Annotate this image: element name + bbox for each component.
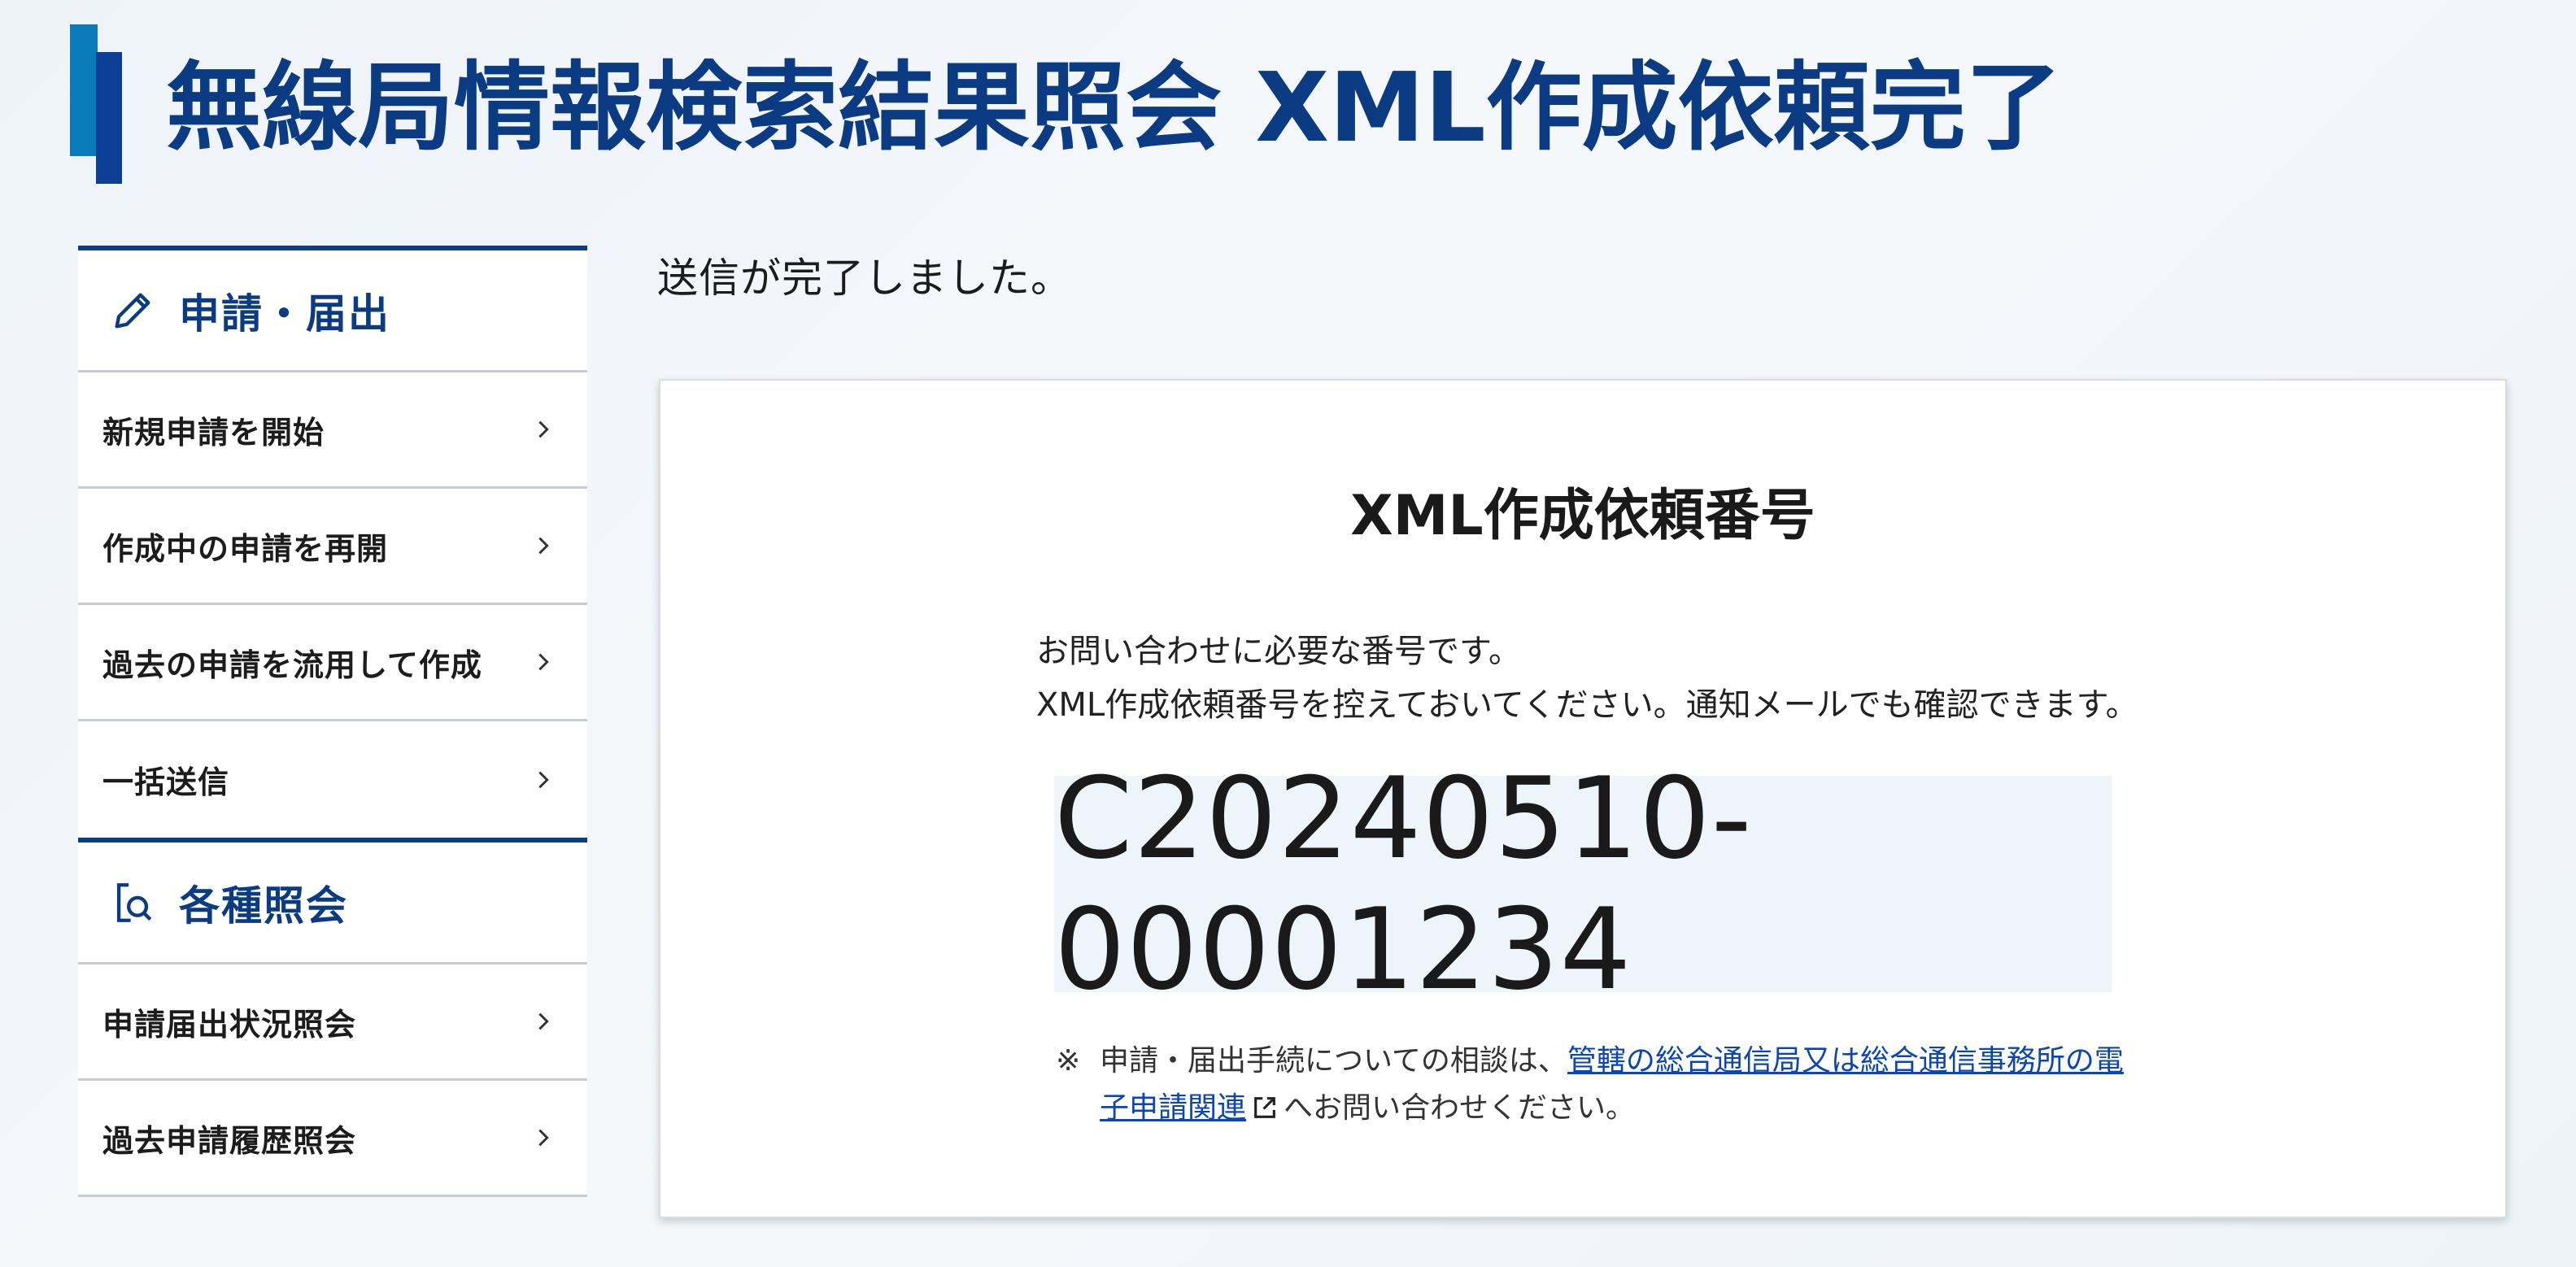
chevron-right-icon — [538, 1129, 549, 1147]
sidebar-item-resume-draft[interactable]: 作成中の申請を再開 — [78, 489, 587, 605]
card-description: お問い合わせに必要な番号です。 XML作成依頼番号を控えておいてください。通知メ… — [1036, 625, 2138, 732]
description-line: お問い合わせに必要な番号です。 — [1036, 633, 1521, 670]
document-search-icon — [109, 879, 156, 926]
chevron-right-icon — [538, 420, 549, 438]
sidebar-item-label: 一括送信 — [102, 764, 230, 800]
sidebar-item-application-history[interactable]: 過去申請履歴照会 — [78, 1081, 587, 1197]
external-link-icon — [1251, 1089, 1279, 1118]
sidebar: 申請・届出 新規申請を開始 作成中の申請を再開 過去の申請を流用して作成 一括送… — [78, 246, 587, 1197]
note-suffix: へお問い合わせください。 — [1284, 1091, 1636, 1125]
note-body: 申請・届出手続についての相談は、管轄の総合通信局又は総合通信事務所の電子申請関連… — [1100, 1038, 2129, 1132]
description-line: XML作成依頼番号を控えておいてください。通知メールでも確認できます。 — [1036, 686, 2138, 724]
chevron-right-icon — [538, 1012, 549, 1030]
chevron-right-icon — [538, 653, 549, 671]
sidebar-item-label: 過去の申請を流用して作成 — [102, 647, 482, 683]
note-mark: ※ — [1056, 1044, 1081, 1078]
sidebar-item-label: 過去申請履歴照会 — [102, 1122, 357, 1159]
sidebar-item-bulk-send[interactable]: 一括送信 — [78, 721, 587, 838]
sidebar-item-application-status[interactable]: 申請届出状況照会 — [78, 964, 587, 1081]
request-number-box: C20240510-00001234 — [1054, 753, 2112, 1015]
request-number-card: XML作成依頼番号 お問い合わせに必要な番号です。 XML作成依頼番号を控えてお… — [659, 379, 2507, 1218]
card-heading: XML作成依頼番号 — [1350, 484, 1815, 548]
pencil-icon — [109, 287, 156, 334]
page-title: 無線局情報検索結果照会 XML作成依頼完了 — [166, 51, 2062, 163]
sidebar-item-label: 作成中の申請を再開 — [102, 530, 389, 567]
sidebar-item-label: 新規申請を開始 — [102, 414, 325, 451]
contact-note: ※ 申請・届出手続についての相談は、管轄の総合通信局又は総合通信事務所の電子申請… — [1056, 1038, 2129, 1132]
sidebar-section-inquiry: 各種照会 — [78, 838, 587, 964]
completion-message: 送信が完了しました。 — [657, 255, 1072, 302]
title-accent-bar — [70, 24, 98, 156]
note-prefix: 申請・届出手続についての相談は、 — [1100, 1044, 1567, 1078]
sidebar-section-title: 申請・届出 — [179, 290, 390, 337]
sidebar-item-label: 申請届出状況照会 — [102, 1006, 357, 1043]
sidebar-item-reuse-past[interactable]: 過去の申請を流用して作成 — [78, 605, 587, 721]
page-header: 無線局情報検索結果照会 XML作成依頼完了 — [70, 24, 2062, 184]
request-number: C20240510-00001234 — [1054, 753, 1753, 1015]
sidebar-section-title: 各種照会 — [179, 882, 348, 930]
sidebar-item-new-application[interactable]: 新規申請を開始 — [78, 372, 587, 489]
title-accent-bar-dark — [96, 52, 122, 184]
chevron-right-icon — [538, 771, 549, 788]
chevron-right-icon — [538, 537, 549, 555]
sidebar-section-application: 申請・届出 — [78, 246, 587, 372]
